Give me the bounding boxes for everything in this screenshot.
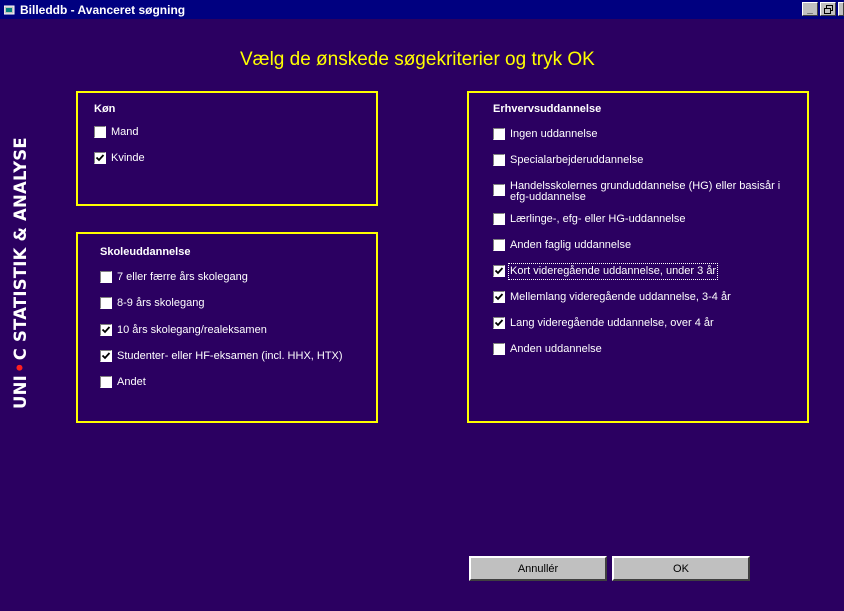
checkmark-icon — [101, 326, 111, 334]
checkmark-icon — [494, 293, 504, 301]
checkbox[interactable] — [100, 297, 112, 309]
restore-button[interactable] — [820, 2, 836, 16]
checkbox-item-skole-4[interactable]: Studenter- eller HF-eksamen (incl. HHX, … — [100, 350, 343, 363]
checkbox[interactable] — [493, 213, 505, 225]
checkbox[interactable] — [493, 184, 505, 196]
checkbox-label: Anden uddannelse — [510, 343, 602, 355]
brand-dot: • — [11, 362, 30, 373]
dialog-body: UNI • C STATISTIK & ANALYSE Vælg de ønsked… — [0, 19, 844, 611]
checkbox-item-erhverv-2[interactable]: Specialarbejderuddannelse — [493, 154, 643, 167]
checkbox-item-mand[interactable]: Mand — [94, 126, 139, 139]
school-panel-title: Skoleuddannelse — [100, 246, 191, 258]
brand-text-uni: UNI — [11, 375, 30, 409]
checkbox[interactable] — [493, 128, 505, 140]
application-window: Billeddb - Avanceret søgning _ UNI • C STA… — [0, 0, 844, 611]
school-panel: Skoleuddannelse 7 eller færre års skoleg… — [76, 232, 378, 423]
checkbox-item-skole-1[interactable]: 7 eller færre års skolegang — [100, 271, 248, 284]
checkbox-label: 8-9 års skolegang — [117, 297, 205, 309]
checkbox-item-skole-2[interactable]: 8-9 års skolegang — [100, 297, 204, 310]
ok-button[interactable]: OK — [612, 556, 750, 581]
checkbox[interactable] — [493, 343, 505, 355]
checkmark-icon — [101, 352, 111, 360]
vocational-panel-title: Erhvervsuddannelse — [493, 103, 602, 115]
checkbox-item-erhverv-5[interactable]: Anden faglig uddannelse — [493, 239, 631, 252]
checkbox-label: Andet — [117, 376, 146, 388]
checkbox-item-skole-3[interactable]: 10 års skolegang/realeksamen — [100, 324, 267, 337]
vocational-panel: Erhvervsuddannelse Ingen uddannelse Spec… — [467, 91, 809, 423]
checkbox-label: 7 eller færre års skolegang — [117, 271, 248, 283]
checkbox[interactable] — [493, 154, 505, 166]
checkbox-label: Anden faglig uddannelse — [510, 239, 632, 251]
restore-icon — [823, 4, 833, 14]
checkmark-icon — [494, 267, 504, 275]
checkbox[interactable] — [493, 265, 505, 277]
checkbox-label: Studenter- eller HF-eksamen (incl. HHX, … — [117, 350, 343, 362]
checkmark-icon — [494, 319, 504, 327]
checkbox-item-erhverv-6[interactable]: Kort videregående uddannelse, under 3 år — [493, 263, 719, 280]
checkbox[interactable] — [100, 376, 112, 388]
checkbox-label: Ingen uddannelse — [510, 128, 598, 140]
checkbox[interactable] — [493, 239, 505, 251]
window-controls: _ — [802, 2, 844, 16]
window-title: Billeddb - Avanceret søgning — [20, 2, 186, 17]
checkbox-item-erhverv-3[interactable]: Handelsskolernes grunduddannelse (HG) el… — [493, 181, 795, 203]
minimize-icon: _ — [807, 3, 813, 15]
cancel-button[interactable]: Annullér — [469, 556, 607, 581]
gender-panel: Køn Mand Kvinde — [76, 91, 378, 206]
checkbox[interactable] — [100, 271, 112, 283]
checkbox[interactable] — [94, 152, 106, 164]
checkbox-label: Lærlinge-, efg- eller HG-uddannelse — [510, 213, 686, 225]
checkbox[interactable] — [493, 291, 505, 303]
title-bar[interactable]: Billeddb - Avanceret søgning _ — [0, 0, 844, 19]
checkmark-icon — [95, 154, 105, 162]
checkbox-label: Mellemlang videregående uddannelse, 3-4 … — [510, 291, 731, 303]
checkbox[interactable] — [100, 324, 112, 336]
svg-text:UNI•C STATISTIK & ANALYSE: UNI • C STATISTIK & ANALYSE — [11, 137, 30, 409]
checkbox[interactable] — [100, 350, 112, 362]
checkbox-label: Specialarbejderuddannelse — [510, 154, 644, 166]
checkbox-label: Kvinde — [111, 152, 145, 164]
checkbox-item-erhverv-4[interactable]: Lærlinge-, efg- eller HG-uddannelse — [493, 213, 685, 226]
checkbox[interactable] — [493, 317, 505, 329]
checkbox-label: Kort videregående uddannelse, under 3 år — [507, 263, 719, 280]
checkbox-label: Handelsskolernes grunduddannelse (HG) el… — [510, 180, 781, 203]
checkbox-item-erhverv-1[interactable]: Ingen uddannelse — [493, 128, 597, 141]
minimize-button[interactable]: _ — [802, 2, 818, 16]
checkbox-item-erhverv-7[interactable]: Mellemlang videregående uddannelse, 3-4 … — [493, 291, 731, 304]
checkbox-label: Lang videregående uddannelse, over 4 år — [510, 317, 714, 329]
page-heading: Vælg de ønskede søgekriterier og tryk OK — [240, 49, 595, 70]
checkbox-item-kvinde[interactable]: Kvinde — [94, 152, 145, 165]
checkbox-item-erhverv-9[interactable]: Anden uddannelse — [493, 343, 602, 356]
unic-brand-logo: UNI • C STATISTIK & ANALYSE — [5, 79, 35, 409]
brand-text-rest: C STATISTIK & ANALYSE — [11, 137, 30, 360]
checkbox[interactable] — [94, 126, 106, 138]
gender-panel-title: Køn — [94, 103, 116, 115]
checkbox-item-erhverv-8[interactable]: Lang videregående uddannelse, over 4 år — [493, 317, 714, 330]
checkbox-label: Mand — [111, 126, 139, 138]
close-button[interactable] — [838, 2, 844, 16]
app-icon — [4, 5, 16, 15]
checkbox-item-skole-5[interactable]: Andet — [100, 376, 146, 389]
checkbox-label: 10 års skolegang/realeksamen — [117, 324, 267, 336]
